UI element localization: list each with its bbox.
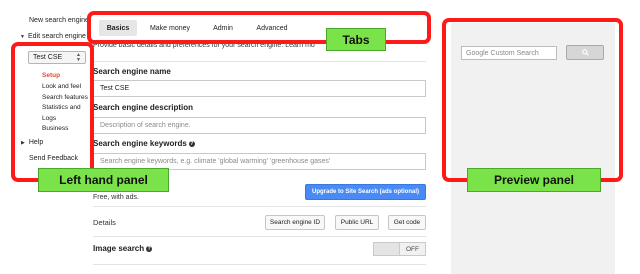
edit-search-engine-label: Edit search engine <box>27 33 86 40</box>
search-engine-description-input[interactable]: Description of search engine. <box>93 117 426 134</box>
search-engine-keywords-label: Search engine keywords <box>93 139 187 148</box>
upgrade-site-search-button[interactable]: Upgrade to Site Search (ads optional) <box>305 184 426 200</box>
new-search-engine-link[interactable]: New search engine <box>29 17 89 24</box>
image-search-label: Image search <box>93 244 145 253</box>
get-code-button[interactable]: Get code <box>388 215 426 230</box>
search-engine-name-input[interactable]: Test CSE <box>93 80 426 97</box>
preview-panel-annotation-label: Preview panel <box>467 168 601 192</box>
left-panel-annotation-label: Left hand panel <box>38 168 169 192</box>
question-circle-icon[interactable]: ? <box>188 140 195 147</box>
search-engine-keywords-label-row: Search engine keywords ? <box>93 139 195 148</box>
image-search-label-row: Image search ? <box>93 244 153 253</box>
divider <box>93 264 426 265</box>
details-label: Details <box>93 218 116 227</box>
triangle-down-icon: ▼ <box>20 33 25 40</box>
divider <box>93 61 426 62</box>
edition-text: Free, with ads. <box>93 194 139 201</box>
edit-search-engine-toggle[interactable]: ▼ Edit search engine <box>20 33 86 40</box>
toggle-knob <box>374 243 400 255</box>
divider <box>93 206 426 207</box>
image-search-toggle-state: OFF <box>406 245 419 253</box>
search-engine-description-label: Search engine description <box>93 103 194 112</box>
image-search-toggle[interactable]: OFF <box>373 242 426 256</box>
search-engine-id-button[interactable]: Search engine ID <box>265 215 325 230</box>
tabs-annotation-label: Tabs <box>326 28 386 51</box>
preview-panel-annotation-box <box>442 18 623 182</box>
search-engine-name-label: Search engine name <box>93 67 171 76</box>
question-circle-icon[interactable]: ? <box>146 245 153 252</box>
divider <box>93 236 426 237</box>
left-panel-annotation-box <box>11 42 94 182</box>
public-url-button[interactable]: Public URL <box>335 215 379 230</box>
